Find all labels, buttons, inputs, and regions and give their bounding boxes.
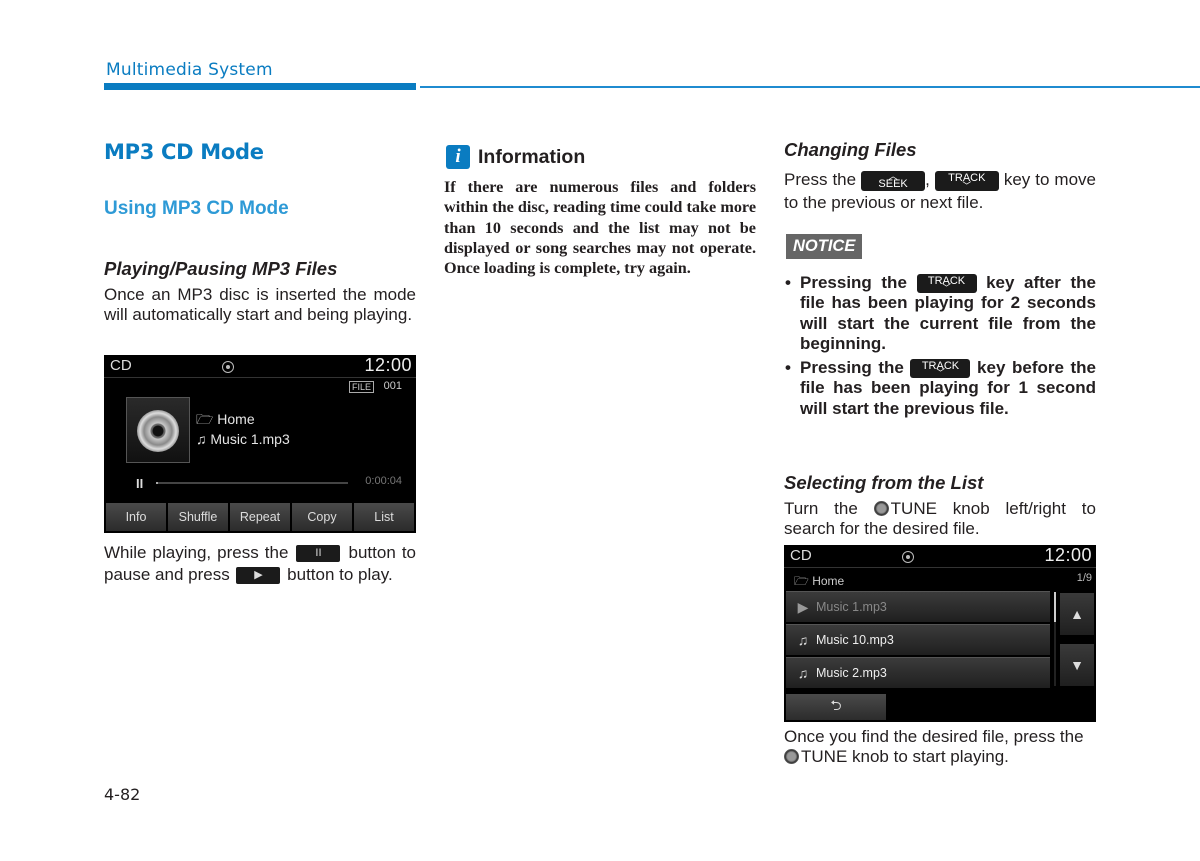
list-item[interactable]: ♫ Music 2.mp3 — [786, 657, 1050, 688]
section-subtitle: Using MP3 CD Mode — [104, 198, 289, 219]
information-title: Information — [478, 145, 586, 168]
notice-label: NOTICE — [786, 234, 863, 259]
scroll-up-button[interactable]: ▲ — [1060, 593, 1094, 635]
list-item-label: Music 2.mp3 — [816, 666, 887, 680]
disc-icon — [222, 361, 234, 373]
track-key-icon: TRACK ﹀ — [934, 170, 999, 191]
page-title: MP3 CD Mode — [104, 140, 264, 164]
changing-files-heading: Changing Files — [784, 139, 917, 160]
cd-disc-icon — [137, 410, 179, 452]
final-instruction-text: Once you find the desired file, press th… — [784, 727, 1096, 767]
notice-item: Pressing the TRACK﹀ key before the file … — [784, 358, 1096, 419]
folder-name: Home — [812, 574, 845, 588]
scrollbar-thumb[interactable] — [1054, 592, 1056, 622]
cd-playback-screen: CD 12:00 FILE 001 🗁 Home ♫ Music 1.mp3 I… — [104, 355, 416, 533]
back-arrow-icon: ⮌ — [830, 697, 842, 713]
info-icon: i — [446, 145, 470, 169]
pause-play-text: While playing, press the II button to pa… — [104, 542, 416, 585]
header-divider-line — [420, 86, 1200, 88]
repeat-button[interactable]: Repeat — [230, 503, 290, 531]
selecting-heading: Selecting from the List — [784, 472, 984, 493]
file-badge: FILE — [348, 381, 374, 393]
progress-bar[interactable] — [156, 482, 348, 484]
pause-icon[interactable]: II — [136, 476, 143, 491]
music-note-icon: ♫ — [797, 665, 809, 681]
track-key-icon: TRACK ﹀ — [916, 274, 977, 294]
play-circle-icon: ▶ — [797, 598, 809, 615]
page-number: 4-82 — [104, 785, 141, 804]
final-text-part1: Once you find the desired file, press th… — [784, 727, 1084, 746]
track-name: Music 1.mp3 — [210, 431, 290, 447]
tune-knob-icon — [873, 501, 889, 516]
changing-files-text: Press the ︿ SEEK, TRACK ﹀ key to move to t… — [784, 168, 1096, 214]
seek-key-icon: ︿ SEEK — [861, 170, 926, 191]
file-list-screen: CD 12:00 🗁 Home 1/9 ▶ Music 1.mp3 ♫ Musi… — [784, 545, 1096, 722]
notice-list: Pressing the TRACK﹀ key after the file h… — [784, 273, 1096, 423]
tune-label: TUNE — [890, 499, 937, 518]
notice-item: Pressing the TRACK﹀ key after the file h… — [784, 273, 1096, 354]
section-title: Multimedia System — [106, 60, 273, 80]
album-art — [126, 397, 190, 463]
clock: 12:00 — [1044, 545, 1092, 565]
final-text-part2: knob to start playing. — [852, 747, 1009, 766]
seek-key-label: SEEK — [878, 177, 908, 190]
notice-text-before: Pressing the — [800, 358, 904, 378]
changing-text-part1: Press the — [784, 170, 857, 189]
playing-text: Once an MP3 disc is inserted the mode wi… — [104, 285, 416, 324]
track-row: ♫ Music 1.mp3 — [196, 431, 290, 447]
track-key-icon: TRACK ﹀ — [910, 359, 971, 379]
list-item-label: Music 1.mp3 — [816, 600, 887, 614]
list-item[interactable]: ▶ Music 1.mp3 — [786, 591, 1050, 622]
file-count: 1/9 — [1076, 572, 1092, 584]
source-label: CD — [110, 357, 132, 374]
play-glyph: ▶ — [254, 568, 263, 581]
tune-label: TUNE — [801, 747, 848, 766]
folder-icon: 🗁 — [196, 411, 214, 427]
source-label: CD — [790, 547, 812, 564]
info-button[interactable]: Info — [106, 503, 166, 531]
information-header: i Information — [446, 145, 585, 169]
pause-glyph: II — [315, 547, 322, 560]
selecting-text: Turn the TUNE knob left/right to search … — [784, 499, 1096, 539]
folder-row: 🗁 Home — [794, 572, 844, 593]
control-button-row: Info Shuffle Repeat Copy List — [106, 503, 414, 531]
header-accent-bar — [104, 83, 416, 90]
back-button[interactable]: ⮌ — [786, 694, 886, 720]
pause-text-part3: button to play. — [287, 564, 393, 584]
tune-knob-icon — [784, 749, 799, 764]
copy-button[interactable]: Copy — [292, 503, 352, 531]
information-text: If there are numerous files and folders … — [444, 178, 756, 278]
pause-key-icon: II — [296, 545, 341, 563]
triangle-down-icon: ▼ — [1070, 657, 1084, 673]
file-number: 001 — [383, 380, 402, 392]
progress-fill — [156, 482, 158, 484]
list-item-label: Music 10.mp3 — [816, 633, 894, 647]
pause-text-part1: While playing, press the — [104, 543, 289, 562]
key-separator: , — [925, 170, 930, 189]
list-item[interactable]: ♫ Music 10.mp3 — [786, 624, 1050, 655]
music-note-icon: ♫ — [797, 632, 809, 648]
folder-row: 🗁 Home — [196, 409, 255, 433]
play-key-icon: ▶ — [236, 566, 281, 584]
status-bar: CD 12:00 — [784, 545, 1096, 568]
playing-heading: Playing/Pausing MP3 Files — [104, 258, 338, 279]
list-header: 🗁 Home 1/9 — [784, 567, 1096, 591]
disc-icon — [902, 551, 914, 563]
music-note-icon: ♫ — [196, 431, 207, 447]
folder-icon: 🗁 — [794, 574, 813, 588]
notice-text-before: Pressing the — [800, 273, 907, 292]
clock: 12:00 — [364, 355, 412, 375]
list-button[interactable]: List — [354, 503, 414, 531]
status-bar: CD 12:00 — [104, 355, 416, 378]
elapsed-time: 0:00:04 — [365, 475, 402, 487]
scroll-down-button[interactable]: ▼ — [1060, 644, 1094, 686]
shuffle-button[interactable]: Shuffle — [168, 503, 228, 531]
folder-name: Home — [217, 411, 255, 427]
triangle-up-icon: ▲ — [1070, 606, 1084, 622]
selecting-text-part1: Turn the — [784, 499, 858, 518]
